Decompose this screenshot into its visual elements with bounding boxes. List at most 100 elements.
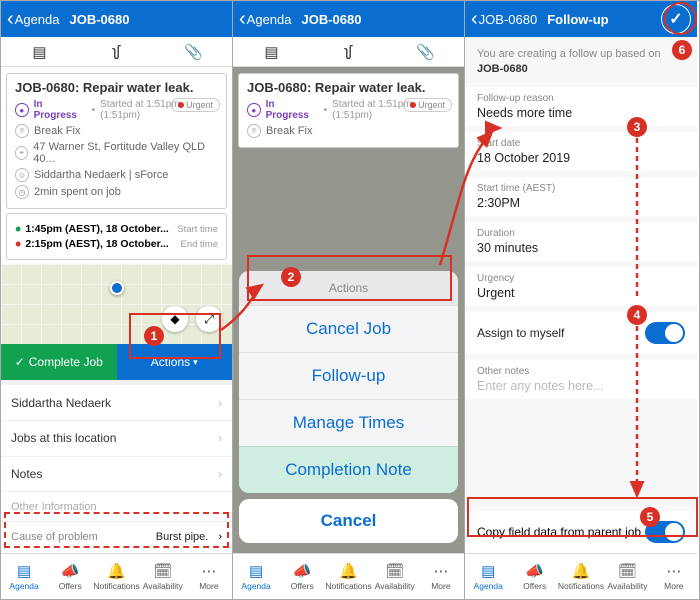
start-time-label: Start time [177,224,218,235]
tab-attach-icon[interactable]: 📎 [155,37,232,66]
complete-job-button[interactable]: ✓Complete Job [1,344,117,380]
nav-more[interactable]: ⋯More [651,554,697,599]
tab-details-icon[interactable]: ▤ [233,37,310,66]
job-title: JOB-0680: Repair water leak. [15,80,218,95]
check-icon: ✓ [669,9,682,29]
action-cancel-job[interactable]: Cancel Job [239,305,458,352]
action-sheet: Actions Cancel Job Follow-up Manage Time… [239,271,458,543]
field-start-time[interactable]: Start time (AEST) 2:30PM [465,177,697,216]
nav-agenda[interactable]: ▤Agenda [233,554,279,599]
bottom-nav: ▤Agenda 📣Offers 🔔Notifications 🗓Availabi… [1,553,232,599]
offers-icon: 📣 [525,562,544,580]
follow-up-form: You are creating a follow up based on JO… [465,37,697,553]
calendar-icon: 🗓 [153,562,172,580]
copy-field-data-row[interactable]: Copy field data from parent job [465,511,697,553]
field-other-notes[interactable]: Other notes Enter any notes here... [465,360,697,399]
nav-offers[interactable]: 📣Offers [47,554,93,599]
chevron-right-icon: › [218,396,222,410]
notes-placeholder: Enter any notes here... [477,379,685,393]
nav-availability[interactable]: 🗓Availability [372,554,418,599]
agenda-icon: ▤ [249,562,263,580]
tab-sign-icon[interactable]: ʅʃ [78,37,155,66]
cause-of-problem-row[interactable]: Cause of problem Burst pipe. › [1,521,232,553]
tab-details-icon[interactable]: ▤ [1,37,78,66]
assign-toggle[interactable] [645,322,685,344]
job-category: Break Fix [34,125,80,137]
notes-row[interactable]: Notes› [1,457,232,493]
field-urgency[interactable]: Urgency Urgent [465,267,697,306]
action-cancel[interactable]: Cancel [239,499,458,543]
chevron-right-icon: › [218,431,222,445]
action-manage-times[interactable]: Manage Times [239,399,458,446]
screen-3: ‹JOB-0680 Follow-up ✓ You are creating a… [465,1,697,599]
job-spent: 2min spent on job [34,186,121,198]
map-expand-button[interactable]: ⤢ [196,306,222,332]
urgent-pill: Urgent [403,98,452,112]
field-reason[interactable]: Follow-up reason Needs more time [465,87,697,126]
screen-2: ‹Agenda JOB-0680 ▤ ʅʃ 📎 JOB-0680: Repair… [233,1,465,599]
bottom-nav: ▤Agenda 📣Offers 🔔Notifications 🗓Availabi… [465,553,697,599]
bell-icon: 🔔 [339,562,358,580]
copy-toggle[interactable] [645,521,685,543]
calendar-icon: 🗓 [385,562,404,580]
calendar-icon: 🗓 [618,562,637,580]
tab-attach-icon[interactable]: 📎 [387,37,464,66]
chevron-left-icon: ‹ [239,9,246,29]
header-title: JOB-0680 [66,12,130,27]
back-button[interactable]: ‹JOB-0680 [465,1,543,37]
category-icon: ⌾ [15,124,29,138]
nav-offers[interactable]: 📣Offers [279,554,325,599]
jobs-location-row[interactable]: Jobs at this location› [1,421,232,457]
chevron-left-icon: ‹ [471,9,478,29]
action-follow-up[interactable]: Follow-up [239,352,458,399]
sheet-title: Actions [239,271,458,305]
actions-button[interactable]: Actions ▾ [117,344,233,380]
field-start-date[interactable]: Start date 18 October 2019 [465,132,697,171]
nav-availability[interactable]: 🗓Availability [604,554,650,599]
field-duration[interactable]: Duration 30 minutes [465,222,697,261]
header: ‹Agenda JOB-0680 [233,1,464,37]
action-completion-note[interactable]: Completion Note [239,446,458,493]
end-time-value[interactable]: 2:15pm (AEST), 18 October... [25,238,169,250]
nav-agenda[interactable]: ▤Agenda [1,554,47,599]
job-title: JOB-0680: Repair water leak. [247,80,450,95]
job-card: JOB-0680: Repair water leak. ● In Progre… [6,73,227,209]
tab-row: ▤ ʅʃ 📎 [1,37,232,67]
job-card: JOB-0680: Repair water leak. ●In Progres… [238,73,459,148]
map-nav-button[interactable]: ◆ [162,306,188,332]
tab-sign-icon[interactable]: ʅʃ [310,37,387,66]
chevron-right-icon: › [218,467,222,481]
nav-agenda[interactable]: ▤Agenda [465,554,511,599]
back-button[interactable]: ‹Agenda [233,1,298,37]
nav-availability[interactable]: 🗓Availability [140,554,186,599]
button-row: ✓Complete Job Actions ▾ [1,344,232,380]
screen-1: ‹Agenda JOB-0680 ▤ ʅʃ 📎 JOB-0680: Repair… [1,1,233,599]
check-icon: ✓ [15,355,25,369]
contact-row[interactable]: Siddartha Nedaerk› [1,385,232,421]
status-icon: ● [15,103,29,117]
confirm-button[interactable]: ✓ [661,4,691,34]
bell-icon: 🔔 [572,562,591,580]
nav-offers[interactable]: 📣Offers [511,554,557,599]
header: ‹JOB-0680 Follow-up ✓ [465,1,697,37]
category-icon: ⌾ [247,124,261,138]
location-icon: ⌖ [15,146,28,160]
back-button[interactable]: ‹Agenda [1,1,66,37]
nav-more[interactable]: ⋯More [186,554,232,599]
field-assign-myself[interactable]: Assign to myself [465,312,697,354]
nav-notifications[interactable]: 🔔Notifications [558,554,604,599]
start-time-value[interactable]: 1:45pm (AEST), 18 October... [25,223,169,235]
status-icon: ● [247,103,261,117]
job-status: In Progress [34,99,87,121]
nav-notifications[interactable]: 🔔Notifications [325,554,371,599]
header-title: JOB-0680 [298,12,362,27]
urgent-pill: Urgent [171,98,220,112]
header-title: Follow-up [543,12,608,27]
more-icon: ⋯ [666,562,681,580]
tab-row: ▤ ʅʃ 📎 [233,37,464,67]
map[interactable]: ◆ ⤢ [1,264,232,344]
nav-more[interactable]: ⋯More [418,554,464,599]
nav-notifications[interactable]: 🔔Notifications [93,554,139,599]
clock-icon: ◷ [15,185,29,199]
more-icon: ⋯ [201,562,216,580]
